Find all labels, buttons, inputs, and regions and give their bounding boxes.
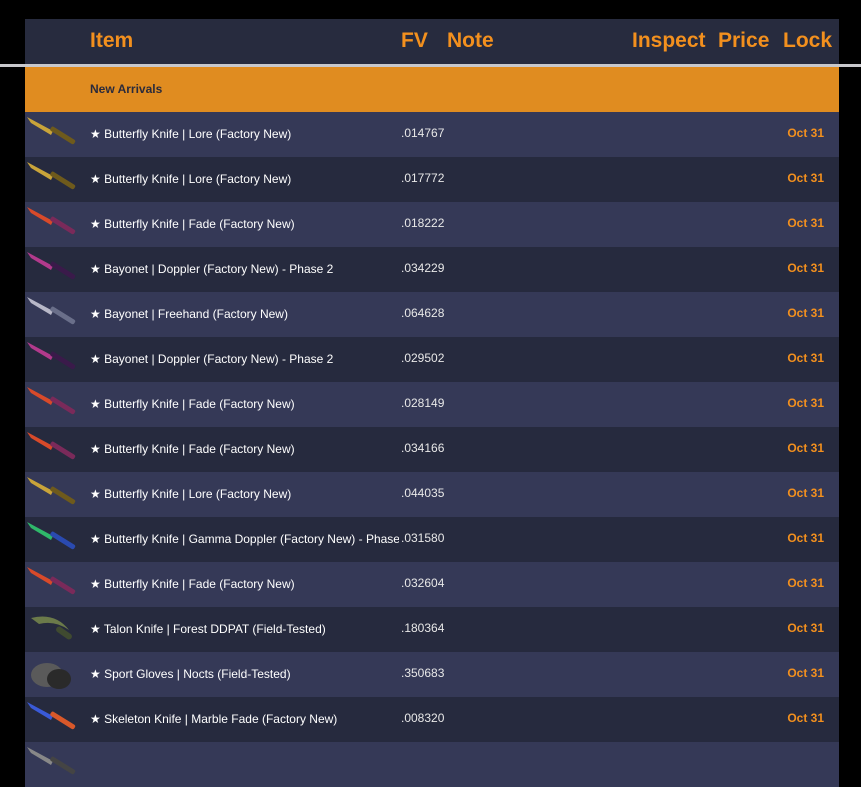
lock-date: Oct 31 bbox=[787, 306, 824, 320]
table-row[interactable]: ★ Bayonet | Doppler (Factory New) - Phas… bbox=[25, 337, 839, 382]
float-value: .029502 bbox=[401, 351, 445, 365]
sport-gloves-icon bbox=[31, 663, 71, 689]
float-value: .014767 bbox=[401, 126, 445, 140]
butterfly-knife-fade-icon bbox=[27, 432, 76, 460]
item-name[interactable]: ★ Butterfly Knife | Lore (Factory New) bbox=[90, 172, 399, 186]
column-header-fv[interactable]: FV bbox=[401, 30, 428, 52]
float-value: .028149 bbox=[401, 396, 445, 410]
bayonet-doppler-icon bbox=[27, 252, 76, 280]
item-name[interactable]: ★ Sport Gloves | Nocts (Field-Tested) bbox=[90, 667, 399, 681]
column-header-item[interactable]: Item bbox=[90, 30, 133, 52]
item-name[interactable]: ★ Bayonet | Doppler (Factory New) - Phas… bbox=[90, 352, 399, 366]
column-header-inspect[interactable]: Inspect bbox=[632, 30, 706, 52]
item-name[interactable]: ★ Skeleton Knife | Marble Fade (Factory … bbox=[90, 712, 399, 726]
section-header: New Arrivals bbox=[25, 67, 839, 112]
column-header-note[interactable]: Note bbox=[447, 30, 494, 52]
butterfly-knife-gamma-doppler-icon bbox=[27, 522, 76, 550]
table-row[interactable]: ★ Butterfly Knife | Lore (Factory New) .0… bbox=[25, 472, 839, 517]
table-row[interactable]: ★ Butterfly Knife | Fade (Factory New) .0… bbox=[25, 562, 839, 607]
lock-date: Oct 31 bbox=[787, 486, 824, 500]
lock-date: Oct 31 bbox=[787, 576, 824, 590]
float-value: .018222 bbox=[401, 216, 445, 230]
item-name[interactable]: ★ Bayonet | Doppler (Factory New) - Phas… bbox=[90, 262, 399, 276]
float-value: .350683 bbox=[401, 666, 445, 680]
table-row[interactable] bbox=[25, 742, 839, 787]
item-list: ★ Butterfly Knife | Lore (Factory New) .0… bbox=[25, 112, 839, 787]
bayonet-freehand-icon bbox=[27, 297, 76, 325]
lock-date: Oct 31 bbox=[787, 216, 824, 230]
item-name[interactable]: ★ Butterfly Knife | Fade (Factory New) bbox=[90, 397, 399, 411]
lock-date: Oct 31 bbox=[787, 261, 824, 275]
table-header: Item FV Note Inspect Price Lock bbox=[25, 19, 839, 64]
item-name[interactable]: ★ Butterfly Knife | Gamma Doppler (Facto… bbox=[90, 532, 399, 546]
float-value: .034166 bbox=[401, 441, 445, 455]
lock-date: Oct 31 bbox=[787, 396, 824, 410]
lock-date: Oct 31 bbox=[787, 441, 824, 455]
lock-date: Oct 31 bbox=[787, 666, 824, 680]
float-value: .008320 bbox=[401, 711, 445, 725]
table-row[interactable]: ★ Talon Knife | Forest DDPAT (Field-Test… bbox=[25, 607, 839, 652]
butterfly-knife-fade-icon bbox=[27, 567, 76, 595]
float-value: .017772 bbox=[401, 171, 445, 185]
lock-date: Oct 31 bbox=[787, 531, 824, 545]
table-row[interactable]: ★ Bayonet | Freehand (Factory New) .06462… bbox=[25, 292, 839, 337]
butterfly-knife-lore-icon bbox=[27, 117, 76, 145]
table-row[interactable]: ★ Sport Gloves | Nocts (Field-Tested) .35… bbox=[25, 652, 839, 697]
table-row[interactable]: ★ Butterfly Knife | Fade (Factory New) .0… bbox=[25, 427, 839, 472]
item-name[interactable]: ★ Butterfly Knife | Lore (Factory New) bbox=[90, 487, 399, 501]
float-value: .180364 bbox=[401, 621, 445, 635]
item-name[interactable]: ★ Butterfly Knife | Fade (Factory New) bbox=[90, 217, 399, 231]
column-header-price[interactable]: Price bbox=[718, 30, 769, 52]
table-row[interactable]: ★ Butterfly Knife | Lore (Factory New) .0… bbox=[25, 112, 839, 157]
item-name[interactable]: ★ Bayonet | Freehand (Factory New) bbox=[90, 307, 399, 321]
skeleton-knife-marble-fade-icon bbox=[27, 702, 76, 730]
float-value: .032604 bbox=[401, 576, 445, 590]
table-row[interactable]: ★ Skeleton Knife | Marble Fade (Factory … bbox=[25, 697, 839, 742]
item-name[interactable]: ★ Butterfly Knife | Fade (Factory New) bbox=[90, 442, 399, 456]
item-name[interactable]: ★ Butterfly Knife | Fade (Factory New) bbox=[90, 577, 399, 591]
bayonet-doppler-icon bbox=[27, 342, 76, 370]
lock-date: Oct 31 bbox=[787, 621, 824, 635]
table-row[interactable]: ★ Bayonet | Doppler (Factory New) - Phas… bbox=[25, 247, 839, 292]
table-row[interactable]: ★ Butterfly Knife | Fade (Factory New) .0… bbox=[25, 382, 839, 427]
float-value: .034229 bbox=[401, 261, 445, 275]
butterfly-knife-fade-icon bbox=[27, 207, 76, 235]
float-value: .044035 bbox=[401, 486, 445, 500]
lock-date: Oct 31 bbox=[787, 171, 824, 185]
item-name[interactable]: ★ Talon Knife | Forest DDPAT (Field-Test… bbox=[90, 622, 399, 636]
lock-date: Oct 31 bbox=[787, 351, 824, 365]
lock-date: Oct 31 bbox=[787, 126, 824, 140]
table-row[interactable]: ★ Butterfly Knife | Gamma Doppler (Facto… bbox=[25, 517, 839, 562]
item-name[interactable]: ★ Butterfly Knife | Lore (Factory New) bbox=[90, 127, 399, 141]
item-icon bbox=[27, 747, 76, 775]
butterfly-knife-fade-icon bbox=[27, 387, 76, 415]
table-row[interactable]: ★ Butterfly Knife | Fade (Factory New) .0… bbox=[25, 202, 839, 247]
float-value: .031580 bbox=[401, 531, 445, 545]
float-value: .064628 bbox=[401, 306, 445, 320]
table-row[interactable]: ★ Butterfly Knife | Lore (Factory New) .0… bbox=[25, 157, 839, 202]
lock-date: Oct 31 bbox=[787, 711, 824, 725]
butterfly-knife-lore-icon bbox=[27, 162, 76, 190]
section-title: New Arrivals bbox=[90, 82, 163, 96]
butterfly-knife-lore-icon bbox=[27, 477, 76, 505]
column-header-lock[interactable]: Lock bbox=[783, 30, 832, 52]
talon-knife-forest-icon bbox=[31, 616, 72, 640]
